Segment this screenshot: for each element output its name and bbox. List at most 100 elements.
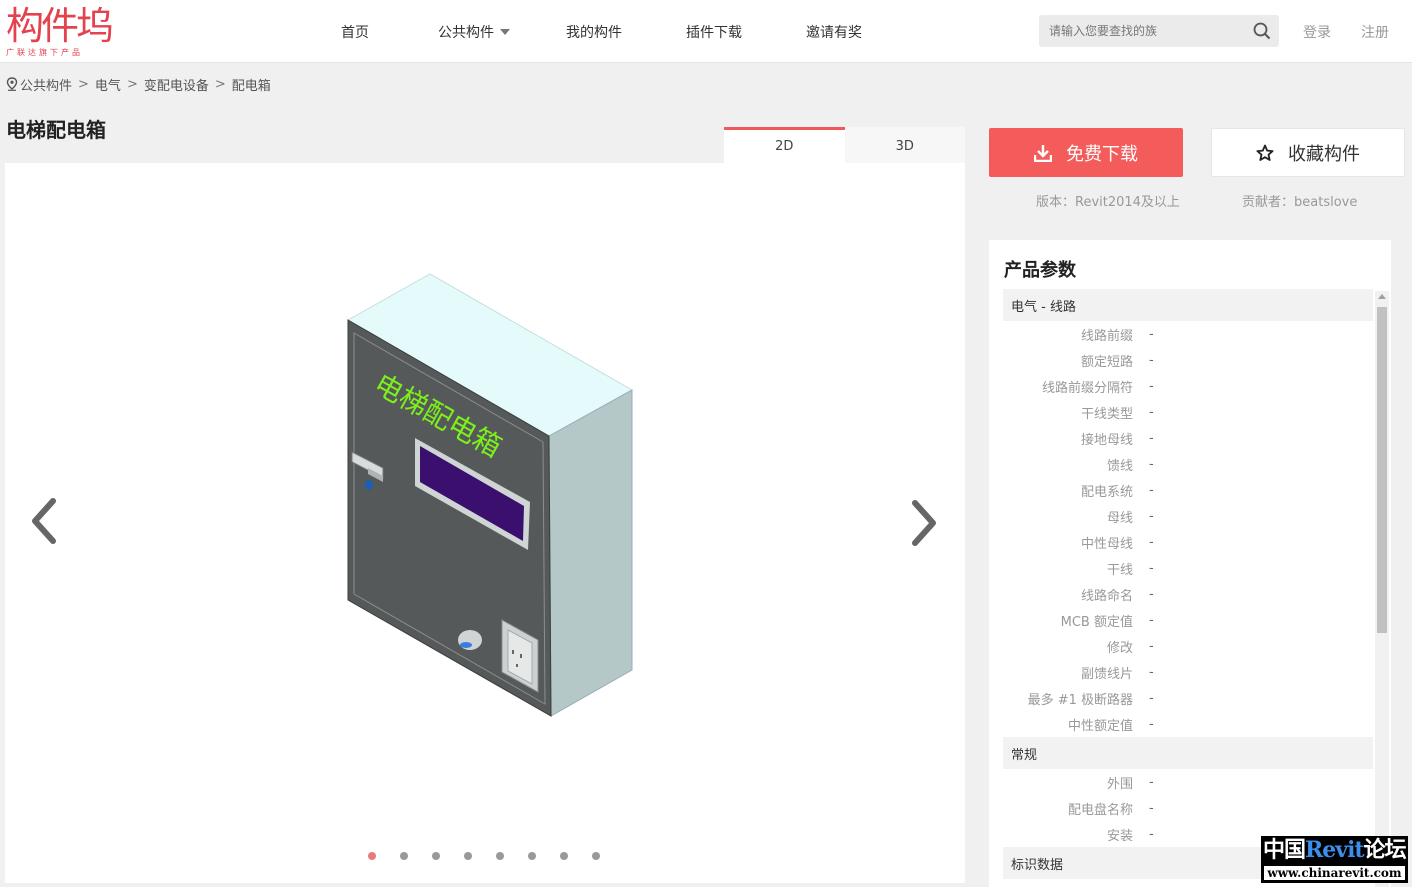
register-link[interactable]: 注册 [1361, 0, 1389, 63]
download-button[interactable]: 免费下载 [989, 128, 1183, 177]
param-name: 最多 #1 极断路器 [1027, 692, 1133, 708]
scroll-thumb[interactable] [1377, 307, 1387, 633]
breadcrumb-separator: > [126, 76, 138, 92]
breadcrumb-separator: > [214, 76, 226, 92]
param-row: 副馈线片 - [1003, 659, 1373, 685]
nav-invite[interactable]: 邀请有奖 [806, 0, 862, 63]
search-input[interactable] [1039, 15, 1244, 47]
tab-2d[interactable]: 2D [724, 127, 845, 163]
breadcrumb-item-substation[interactable]: 变配电设备 [144, 75, 209, 94]
breadcrumb-item-electrical[interactable]: 电气 [95, 75, 121, 94]
param-name: 外围 [1106, 776, 1133, 792]
nav-home-label: 首页 [341, 24, 369, 41]
param-value: - [1149, 664, 1154, 680]
param-group-header: 电气 - 线路 [1003, 289, 1373, 321]
param-name: 配电系统 [1080, 484, 1133, 500]
param-row: 配电盘名称 - [1003, 795, 1373, 821]
login-link[interactable]: 登录 [1303, 0, 1331, 63]
contributor-text: 贡献者：beatslove [1242, 195, 1358, 210]
nav-public-label: 公共构件 [438, 24, 494, 41]
param-value: - [1149, 774, 1154, 790]
scroll-up-icon[interactable] [1378, 294, 1386, 299]
param-name: 线路前缀 [1080, 328, 1133, 344]
search-box [1039, 15, 1279, 47]
favorite-label: 收藏构件 [1288, 143, 1360, 165]
param-value: - [1149, 716, 1154, 732]
param-value: - [1149, 430, 1154, 446]
param-row: 干线类型 - [1003, 399, 1373, 425]
param-value: - [1149, 638, 1154, 654]
view-tabs: 2D 3D [724, 127, 965, 163]
nav-invite-label: 邀请有奖 [806, 24, 862, 41]
version-text: 版本：Revit2014及以上 [1036, 195, 1180, 210]
nav-plugin-download[interactable]: 插件下载 [686, 0, 742, 63]
param-row: 额定短路 - [1003, 347, 1373, 373]
carousel-dot[interactable] [432, 852, 440, 860]
param-name: 干线类型 [1080, 406, 1133, 422]
carousel-dot[interactable] [560, 852, 568, 860]
logo-subtitle: 广联达旗下产品 [6, 48, 83, 57]
site-logo[interactable]: 构件坞 广联达旗下产品 [6, 4, 114, 58]
param-name: 接地母线 [1080, 432, 1133, 448]
param-row: 中性额定值 - [1003, 711, 1373, 737]
param-row: 修改 - [1003, 633, 1373, 659]
carousel-dot[interactable] [592, 852, 600, 860]
param-value: - [1149, 800, 1154, 816]
params-list: 电气 - 线路 线路前缀 - 额定短路 - 线路前缀分隔符 - 干线类型 - 接地母线 - 馈线 - 配电… [1003, 289, 1373, 879]
next-arrow-icon[interactable] [905, 493, 945, 553]
param-value: - [1149, 482, 1154, 498]
logo-text: 构件坞 [6, 4, 114, 48]
param-row: 干线 - [1003, 555, 1373, 581]
page-title: 电梯配电箱 [6, 118, 106, 142]
tab-3d[interactable]: 3D [844, 127, 965, 163]
nav-public-components[interactable]: 公共构件 [438, 0, 510, 63]
params-scrollbar[interactable] [1375, 291, 1389, 887]
carousel-dot[interactable] [368, 852, 376, 860]
param-name: 干线 [1106, 562, 1133, 578]
param-row: 配电系统 - [1003, 477, 1373, 503]
param-name: 线路命名 [1080, 588, 1133, 604]
carousel-dots [368, 852, 624, 860]
param-row: 线路前缀分隔符 - [1003, 373, 1373, 399]
nav-home[interactable]: 首页 [341, 0, 369, 63]
param-row: 线路前缀 - [1003, 321, 1373, 347]
param-group-header: 常规 [1003, 737, 1373, 769]
breadcrumb-item-public[interactable]: 公共构件 [20, 75, 72, 94]
breadcrumb: 公共构件 > 电气 > 变配电设备 > 配电箱 [6, 74, 271, 94]
param-value: - [1149, 560, 1154, 576]
param-row: 中性母线 - [1003, 529, 1373, 555]
carousel-dot[interactable] [496, 852, 504, 860]
param-name: 中性额定值 [1067, 718, 1133, 734]
search-icon[interactable] [1253, 22, 1271, 40]
carousel-dot[interactable] [528, 852, 536, 860]
breadcrumb-item-distribution-box[interactable]: 配电箱 [232, 75, 271, 94]
watermark-logo: 中国Revit论坛 www.chinarevit.com [1261, 836, 1408, 883]
param-value: - [1149, 378, 1154, 394]
param-row: 最多 #1 极断路器 - [1003, 685, 1373, 711]
download-icon [1034, 144, 1052, 162]
param-value: - [1149, 456, 1154, 472]
favorite-button[interactable]: 收藏构件 [1211, 128, 1405, 177]
carousel-dot[interactable] [400, 852, 408, 860]
chevron-down-icon [500, 28, 510, 35]
star-icon [1256, 144, 1274, 161]
breadcrumb-separator: > [78, 76, 89, 92]
param-value: - [1149, 352, 1154, 368]
nav-my-components[interactable]: 我的构件 [566, 0, 622, 63]
param-name: 中性母线 [1080, 536, 1133, 552]
param-value: - [1149, 612, 1154, 628]
param-value: - [1149, 508, 1154, 524]
param-value: - [1149, 690, 1154, 706]
param-name: 安装 [1106, 828, 1133, 844]
params-title: 产品参数 [1004, 260, 1076, 281]
param-row: 外围 - [1003, 769, 1373, 795]
carousel-dot[interactable] [464, 852, 472, 860]
param-value: - [1149, 826, 1154, 842]
watermark-part-a: 中国 [1263, 837, 1306, 863]
model-viewer: 电梯配电箱 [5, 163, 965, 883]
param-name: MCB 额定值 [1060, 614, 1133, 630]
prev-arrow-icon[interactable] [23, 491, 63, 551]
product-params-panel: 产品参数 电气 - 线路 线路前缀 - 额定短路 - 线路前缀分隔符 - 干线类型 - 接地母线 -… [989, 240, 1391, 887]
param-name: 馈线 [1106, 458, 1133, 474]
param-name: 修改 [1106, 640, 1133, 656]
